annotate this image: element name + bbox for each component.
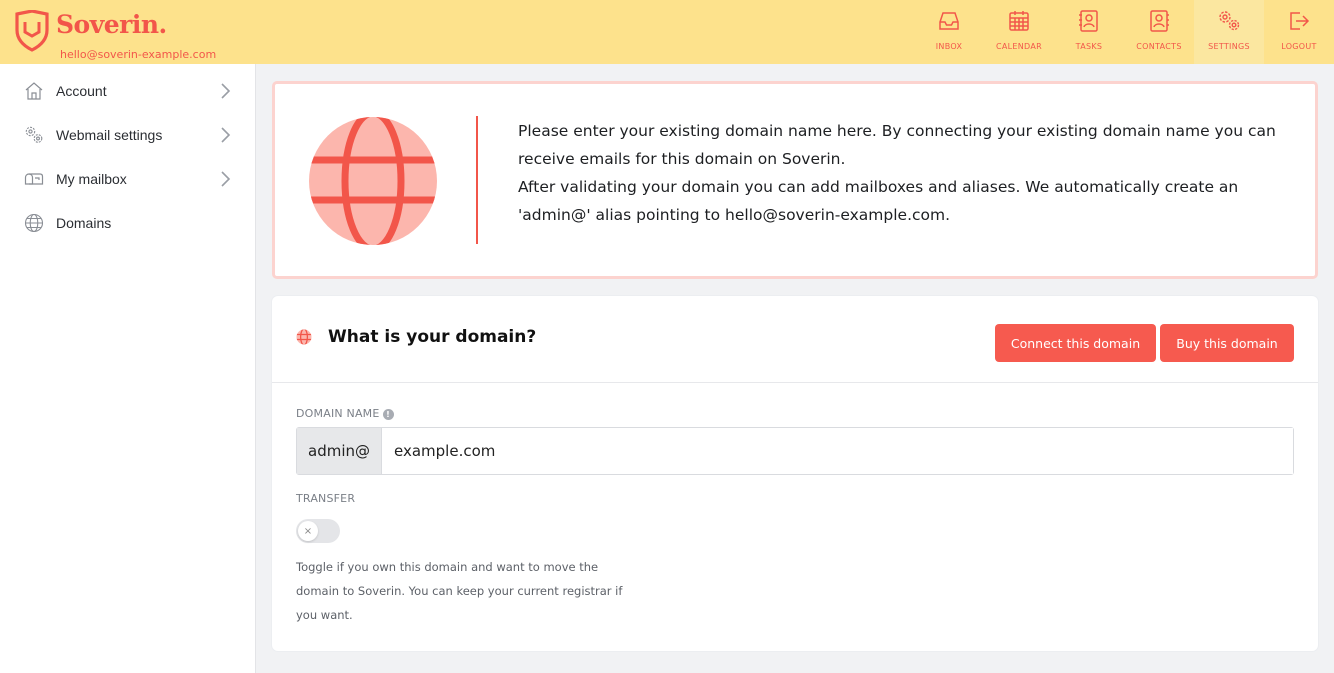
mailbox-icon [24, 173, 44, 185]
domain-name-label-text: DOMAIN NAME [296, 407, 380, 420]
nav-label: CALENDAR [995, 42, 1042, 51]
globe-icon [296, 329, 312, 345]
nav-logout[interactable]: LOGOUT [1264, 0, 1334, 64]
toggle-knob: × [298, 521, 318, 541]
info-divider [476, 116, 478, 244]
sidebar-item-webmail-settings[interactable]: Webmail settings [0, 113, 255, 157]
info-text: Please enter your existing domain name h… [518, 117, 1278, 229]
domain-name-input[interactable] [382, 428, 1293, 474]
info-icon[interactable]: ! [382, 409, 394, 420]
nav-settings[interactable]: SETTINGS [1194, 0, 1264, 64]
info-paragraph: Please enter your existing domain name h… [518, 122, 1276, 168]
brand-name: Soverin. [56, 10, 167, 39]
sidebar-item-label: Domains [56, 215, 112, 231]
sidebar-item-label: Account [56, 83, 107, 99]
domain-prefix-addon: admin@ [297, 428, 382, 474]
card-header: What is your domain? Connect this domain… [272, 296, 1318, 383]
info-paragraph: After validating your domain you can add… [518, 178, 1239, 224]
gears-icon [25, 126, 43, 143]
brand-logo[interactable]: Soverin. [14, 10, 167, 52]
nav-label: SETTINGS [1208, 42, 1250, 51]
calendar-icon [1009, 11, 1029, 31]
chevron-right-icon [221, 83, 231, 99]
nav-tasks[interactable]: TASKS [1054, 0, 1124, 64]
chevron-right-icon [221, 171, 231, 187]
domain-form-card: What is your domain? Connect this domain… [272, 296, 1318, 651]
nav-label: CONTACTS [1136, 42, 1182, 51]
sidebar-item-account[interactable]: Account [0, 69, 255, 113]
inbox-icon [939, 12, 959, 30]
tasks-icon [1079, 10, 1098, 32]
account-email: hello@soverin-example.com [60, 48, 217, 61]
main-nav: INBOX CALENDAR TASKS CONTACTS SETTINGS L… [914, 0, 1334, 64]
connect-domain-button[interactable]: Connect this domain [995, 324, 1156, 362]
chevron-right-icon [221, 127, 231, 143]
domain-input-group: admin@ [296, 427, 1294, 475]
nav-inbox[interactable]: INBOX [914, 0, 984, 64]
sidebar-item-label: My mailbox [56, 171, 127, 187]
nav-contacts[interactable]: CONTACTS [1124, 0, 1194, 64]
domain-info-card: Please enter your existing domain name h… [272, 81, 1318, 279]
shield-logo-icon [15, 10, 49, 52]
transfer-help-text: Toggle if you own this domain and want t… [296, 560, 623, 622]
globe-icon [24, 213, 44, 233]
transfer-label: TRANSFER [296, 492, 356, 505]
home-icon [25, 82, 43, 100]
settings-icon [1219, 11, 1240, 31]
globe-illustration-icon [309, 117, 437, 245]
sidebar-item-label: Webmail settings [56, 127, 163, 143]
nav-label: INBOX [935, 42, 963, 51]
settings-sidebar: Account Webmail settings My mailbox Doma… [0, 64, 256, 673]
domain-name-label: DOMAIN NAME! [296, 407, 394, 420]
nav-label: LOGOUT [1281, 42, 1317, 51]
nav-label: TASKS [1075, 42, 1103, 51]
transfer-toggle[interactable]: × [296, 519, 340, 543]
nav-calendar[interactable]: CALENDAR [984, 0, 1054, 64]
contacts-icon [1150, 10, 1169, 32]
buy-domain-button[interactable]: Buy this domain [1160, 324, 1294, 362]
sidebar-item-domains[interactable]: Domains [0, 201, 255, 245]
card-title: What is your domain? [328, 327, 537, 347]
top-header: Soverin. hello@soverin-example.com INBOX… [0, 0, 1334, 64]
logout-icon [1290, 12, 1310, 30]
sidebar-item-my-mailbox[interactable]: My mailbox [0, 157, 255, 201]
